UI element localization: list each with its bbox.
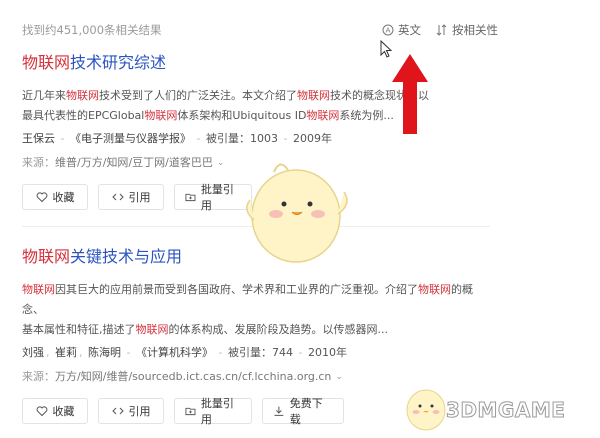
abstract-text: 因其巨大的应用前景而受到各国政府、学术界和工业界的广泛重视。介绍了 xyxy=(55,283,418,296)
language-toggle[interactable]: A 英文 xyxy=(382,22,421,38)
free-download-label: 免费下载 xyxy=(289,397,323,426)
chick-mascot-icon xyxy=(246,163,348,263)
heart-icon xyxy=(36,406,47,417)
source-link[interactable]: 知网 xyxy=(81,368,103,386)
download-icon xyxy=(274,406,284,416)
cite-label: 引用 xyxy=(128,191,151,204)
journal-link[interactable]: 《计算机科学》 xyxy=(136,346,213,359)
abstract-highlight: 物联网 xyxy=(66,89,99,102)
code-icon xyxy=(111,407,124,415)
sort-toggle[interactable]: 按相关性 xyxy=(436,22,498,38)
separator: - xyxy=(196,132,201,145)
source-link[interactable]: 道客巴巴 xyxy=(169,154,213,172)
source-link[interactable]: sourcedb.ict.cas.cn xyxy=(132,368,238,386)
favorite-button[interactable]: 收藏 xyxy=(22,184,88,210)
separator: , xyxy=(79,346,83,359)
source-link[interactable]: 维普 xyxy=(55,154,77,172)
source-link[interactable]: 万方 xyxy=(81,154,103,172)
abstract-highlight: 物联网 xyxy=(297,89,330,102)
separator: - xyxy=(126,346,131,359)
favorite-button[interactable]: 收藏 xyxy=(22,398,88,424)
result-abstract: 物联网因其巨大的应用前景而受到各国政府、学术界和工业界的广泛重视。介绍了物联网的… xyxy=(22,280,492,340)
sort-icon xyxy=(436,24,447,36)
result-title-text: 关键技术与应用 xyxy=(70,247,183,266)
translate-icon: A xyxy=(382,24,394,36)
abstract-text: 系统为例... xyxy=(339,109,394,122)
result-meta: 刘强, 崔莉, 陈海明 - 《计算机科学》 - 被引量：744 - 2010年 xyxy=(22,344,490,362)
abstract-text: 体系架构和Ubiquitous ID xyxy=(177,109,307,122)
source-label: 来源： xyxy=(22,370,55,383)
cited-count: 被引量：1003 xyxy=(205,132,278,145)
source-link[interactable]: 维普 xyxy=(106,368,128,386)
sort-toggle-label: 按相关性 xyxy=(452,23,498,37)
folder-plus-icon xyxy=(185,407,196,416)
watermark-text: 3DMGAME xyxy=(445,398,566,423)
result-count: 找到约451,000条相关结果 xyxy=(22,23,162,37)
free-download-button[interactable]: 免费下载 xyxy=(262,397,344,426)
batch-cite-label: 批量引用 xyxy=(200,183,234,212)
abstract-highlight: 物联网 xyxy=(144,109,178,122)
separator: - xyxy=(60,132,65,145)
heart-icon xyxy=(36,192,47,203)
batch-cite-button[interactable]: 批量引用 xyxy=(174,183,252,212)
author-link[interactable]: 陈海明 xyxy=(88,346,121,359)
favorite-label: 收藏 xyxy=(52,191,75,204)
source-label: 来源： xyxy=(22,156,55,169)
batch-cite-button[interactable]: 批量引用 xyxy=(174,397,252,426)
author-link[interactable]: 崔莉 xyxy=(55,346,77,359)
separator: - xyxy=(218,346,223,359)
abstract-highlight: 物联网 xyxy=(135,323,169,336)
chevron-down-icon[interactable]: ⌄ xyxy=(335,368,343,386)
result-title-highlight: 物联网 xyxy=(22,53,71,72)
cite-button[interactable]: 引用 xyxy=(98,184,164,210)
abstract-text: 技术的概念 xyxy=(330,89,385,102)
source-link[interactable]: 万方 xyxy=(55,368,77,386)
source-link[interactable]: cf.lcchina.org.cn xyxy=(242,368,332,386)
watermark: 3DMGAME xyxy=(445,398,566,423)
cited-count: 被引量：744 xyxy=(227,346,293,359)
svg-text:A: A xyxy=(386,27,391,35)
source-link[interactable]: 知网 xyxy=(106,154,128,172)
abstract-text: 近几年来 xyxy=(22,89,66,102)
abstract-text: 的体系构成、发展阶段及趋势。以传感器网... xyxy=(168,323,389,336)
cite-label: 引用 xyxy=(128,405,151,418)
author-link[interactable]: 刘强 xyxy=(22,346,44,359)
red-arrow-annotation-icon xyxy=(392,54,428,134)
publish-year: 2010年 xyxy=(307,346,347,359)
separator: - xyxy=(283,132,288,145)
cite-button[interactable]: 引用 xyxy=(98,398,164,424)
abstract-text: 技术受到了人们的广泛关注。本文介绍了 xyxy=(99,89,297,102)
language-toggle-label: 英文 xyxy=(398,23,421,37)
result-title-highlight: 物联网 xyxy=(22,247,71,266)
results-toolbar: 找到约451,000条相关结果 A 英文 按相关性 xyxy=(0,0,600,44)
batch-cite-label: 批量引用 xyxy=(200,397,234,426)
abstract-highlight: 物联网 xyxy=(22,283,55,296)
abstract-highlight: 物联网 xyxy=(306,109,340,122)
folder-plus-icon xyxy=(185,193,196,202)
result-title-text: 技术研究综述 xyxy=(70,53,167,72)
code-icon xyxy=(111,193,124,201)
favorite-label: 收藏 xyxy=(52,405,75,418)
separator: , xyxy=(46,346,50,359)
separator: - xyxy=(298,346,303,359)
abstract-highlight: 物联网 xyxy=(418,283,451,296)
chick-mascot-small-icon xyxy=(406,389,446,431)
journal-link[interactable]: 《电子测量与仪器学报》 xyxy=(70,132,191,145)
chevron-down-icon[interactable]: ⌄ xyxy=(217,154,225,172)
abstract-text: 最具代表性的EPCGlobal xyxy=(22,109,145,122)
source-link[interactable]: 豆丁网 xyxy=(132,154,165,172)
publish-year: 2009年 xyxy=(292,132,332,145)
abstract-text: 基本属性和特征,描述了 xyxy=(22,323,136,336)
author-link[interactable]: 王保云 xyxy=(22,132,55,145)
